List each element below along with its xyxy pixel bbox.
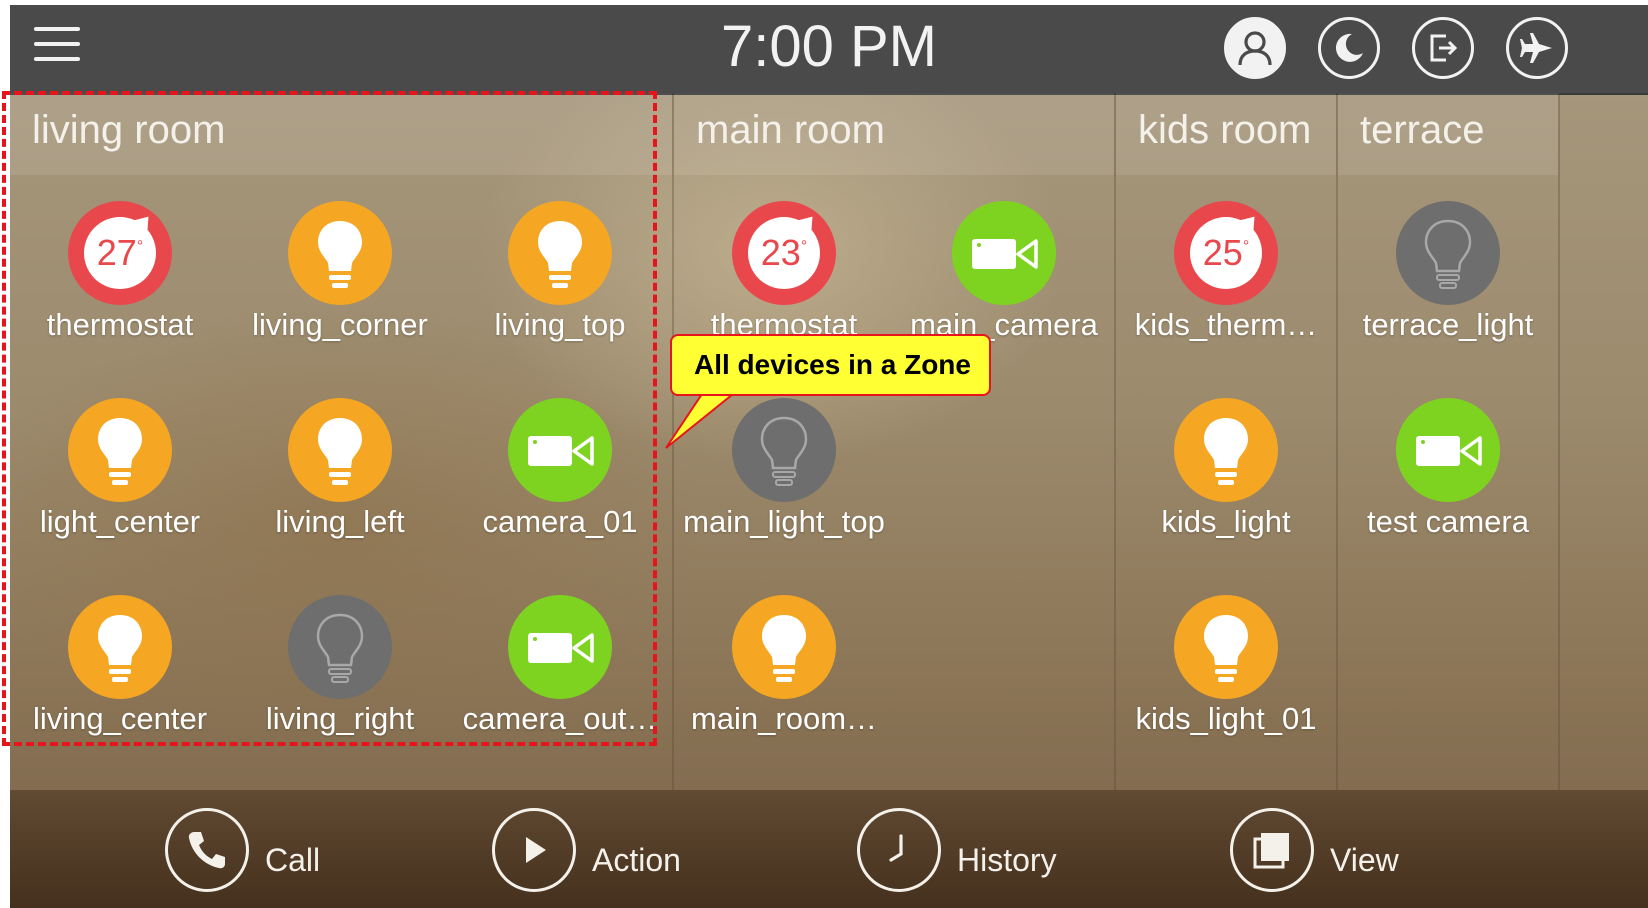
device-light[interactable]: living_corner — [230, 201, 450, 371]
device-label: living_right — [265, 701, 415, 736]
device-camera[interactable]: camera_01 — [450, 398, 670, 568]
device-light[interactable]: main_room… — [674, 595, 894, 765]
view-label: View — [1330, 842, 1399, 878]
lightbulb-icon — [732, 595, 836, 699]
device-light[interactable]: terrace_light — [1338, 201, 1558, 371]
device-label: living_center — [32, 701, 208, 736]
device-label: camera_out… — [462, 701, 658, 736]
device-light[interactable]: kids_light_01 — [1116, 595, 1336, 765]
device-light[interactable]: main_light_top — [674, 398, 894, 568]
device-label: test camera — [1367, 504, 1529, 539]
clock-icon — [857, 808, 941, 892]
lightbulb-icon — [68, 595, 172, 699]
phone-icon — [165, 808, 249, 892]
thermostat-icon: 25° — [1174, 201, 1278, 305]
action-button[interactable]: Action — [492, 790, 712, 908]
zone-divider — [1558, 93, 1560, 790]
device-light[interactable]: kids_light — [1116, 398, 1336, 568]
zone-main-room: main room 23° thermostat main_camera mai… — [674, 93, 1114, 790]
device-label: light_center — [39, 504, 201, 539]
lightbulb-off-icon — [1396, 201, 1500, 305]
device-label: main_room… — [690, 701, 878, 736]
camera-icon — [1396, 398, 1500, 502]
zone-living-room: living room 27° thermostat living_corner… — [10, 93, 672, 790]
device-label: kids_light — [1161, 504, 1291, 539]
device-light[interactable]: living_top — [450, 201, 670, 371]
lightbulb-icon — [508, 201, 612, 305]
annotation-callout: All devices in a Zone — [670, 334, 991, 396]
zone-title: living room — [32, 108, 226, 152]
user-icon[interactable] — [1224, 17, 1286, 79]
device-light[interactable]: living_center — [10, 595, 230, 765]
zone-title: kids room — [1138, 108, 1312, 152]
device-camera[interactable]: camera_out… — [450, 595, 670, 765]
device-thermostat[interactable]: 27° thermostat — [10, 201, 230, 371]
device-camera[interactable]: test camera — [1338, 398, 1558, 568]
action-label: Action — [592, 842, 681, 878]
history-button[interactable]: History — [857, 790, 1077, 908]
device-label: living_left — [275, 504, 405, 539]
call-button[interactable]: Call — [165, 790, 345, 908]
device-light[interactable]: living_right — [230, 595, 450, 765]
windows-icon — [1230, 808, 1314, 892]
zone-kids-room: kids room 25° kids_therm… kids_light kid… — [1116, 93, 1336, 790]
lightbulb-icon — [1174, 398, 1278, 502]
device-label: main_light_top — [683, 504, 885, 539]
camera-icon — [508, 595, 612, 699]
thermostat-icon: 23° — [732, 201, 836, 305]
play-icon — [492, 808, 576, 892]
camera-icon — [952, 201, 1056, 305]
lightbulb-icon — [1174, 595, 1278, 699]
device-light[interactable]: light_center — [10, 398, 230, 568]
device-label: kids_therm… — [1134, 307, 1318, 342]
exit-icon[interactable] — [1412, 17, 1474, 79]
lightbulb-off-icon — [288, 595, 392, 699]
lightbulb-icon — [288, 201, 392, 305]
device-thermostat[interactable]: 25° kids_therm… — [1116, 201, 1336, 371]
device-light[interactable]: living_left — [230, 398, 450, 568]
history-label: History — [957, 842, 1057, 878]
moon-icon[interactable] — [1318, 17, 1380, 79]
device-label: living_corner — [252, 307, 428, 342]
zone-terrace: terrace terrace_light test camera — [1338, 93, 1558, 790]
device-label: living_top — [494, 307, 626, 342]
call-label: Call — [265, 842, 321, 878]
thermostat-icon: 27° — [68, 201, 172, 305]
zone-title: main room — [696, 108, 885, 152]
clock-time: 7:00 PM — [721, 14, 937, 79]
device-label: camera_01 — [482, 504, 638, 539]
camera-icon — [508, 398, 612, 502]
lightbulb-off-icon — [732, 398, 836, 502]
zone-title: terrace — [1360, 108, 1485, 152]
device-label: terrace_light — [1362, 307, 1534, 342]
bottom-nav-bar: Call Action History View — [10, 790, 1648, 908]
device-label: kids_light_01 — [1135, 701, 1317, 736]
airplane-icon[interactable] — [1506, 17, 1568, 79]
lightbulb-icon — [288, 398, 392, 502]
top-bar: 7:00 PM — [10, 5, 1648, 95]
lightbulb-icon — [68, 398, 172, 502]
device-label: thermostat — [46, 307, 194, 342]
view-button[interactable]: View — [1230, 790, 1430, 908]
smart-home-app: 7:00 PM living room 27° thermostat livin… — [10, 5, 1648, 908]
